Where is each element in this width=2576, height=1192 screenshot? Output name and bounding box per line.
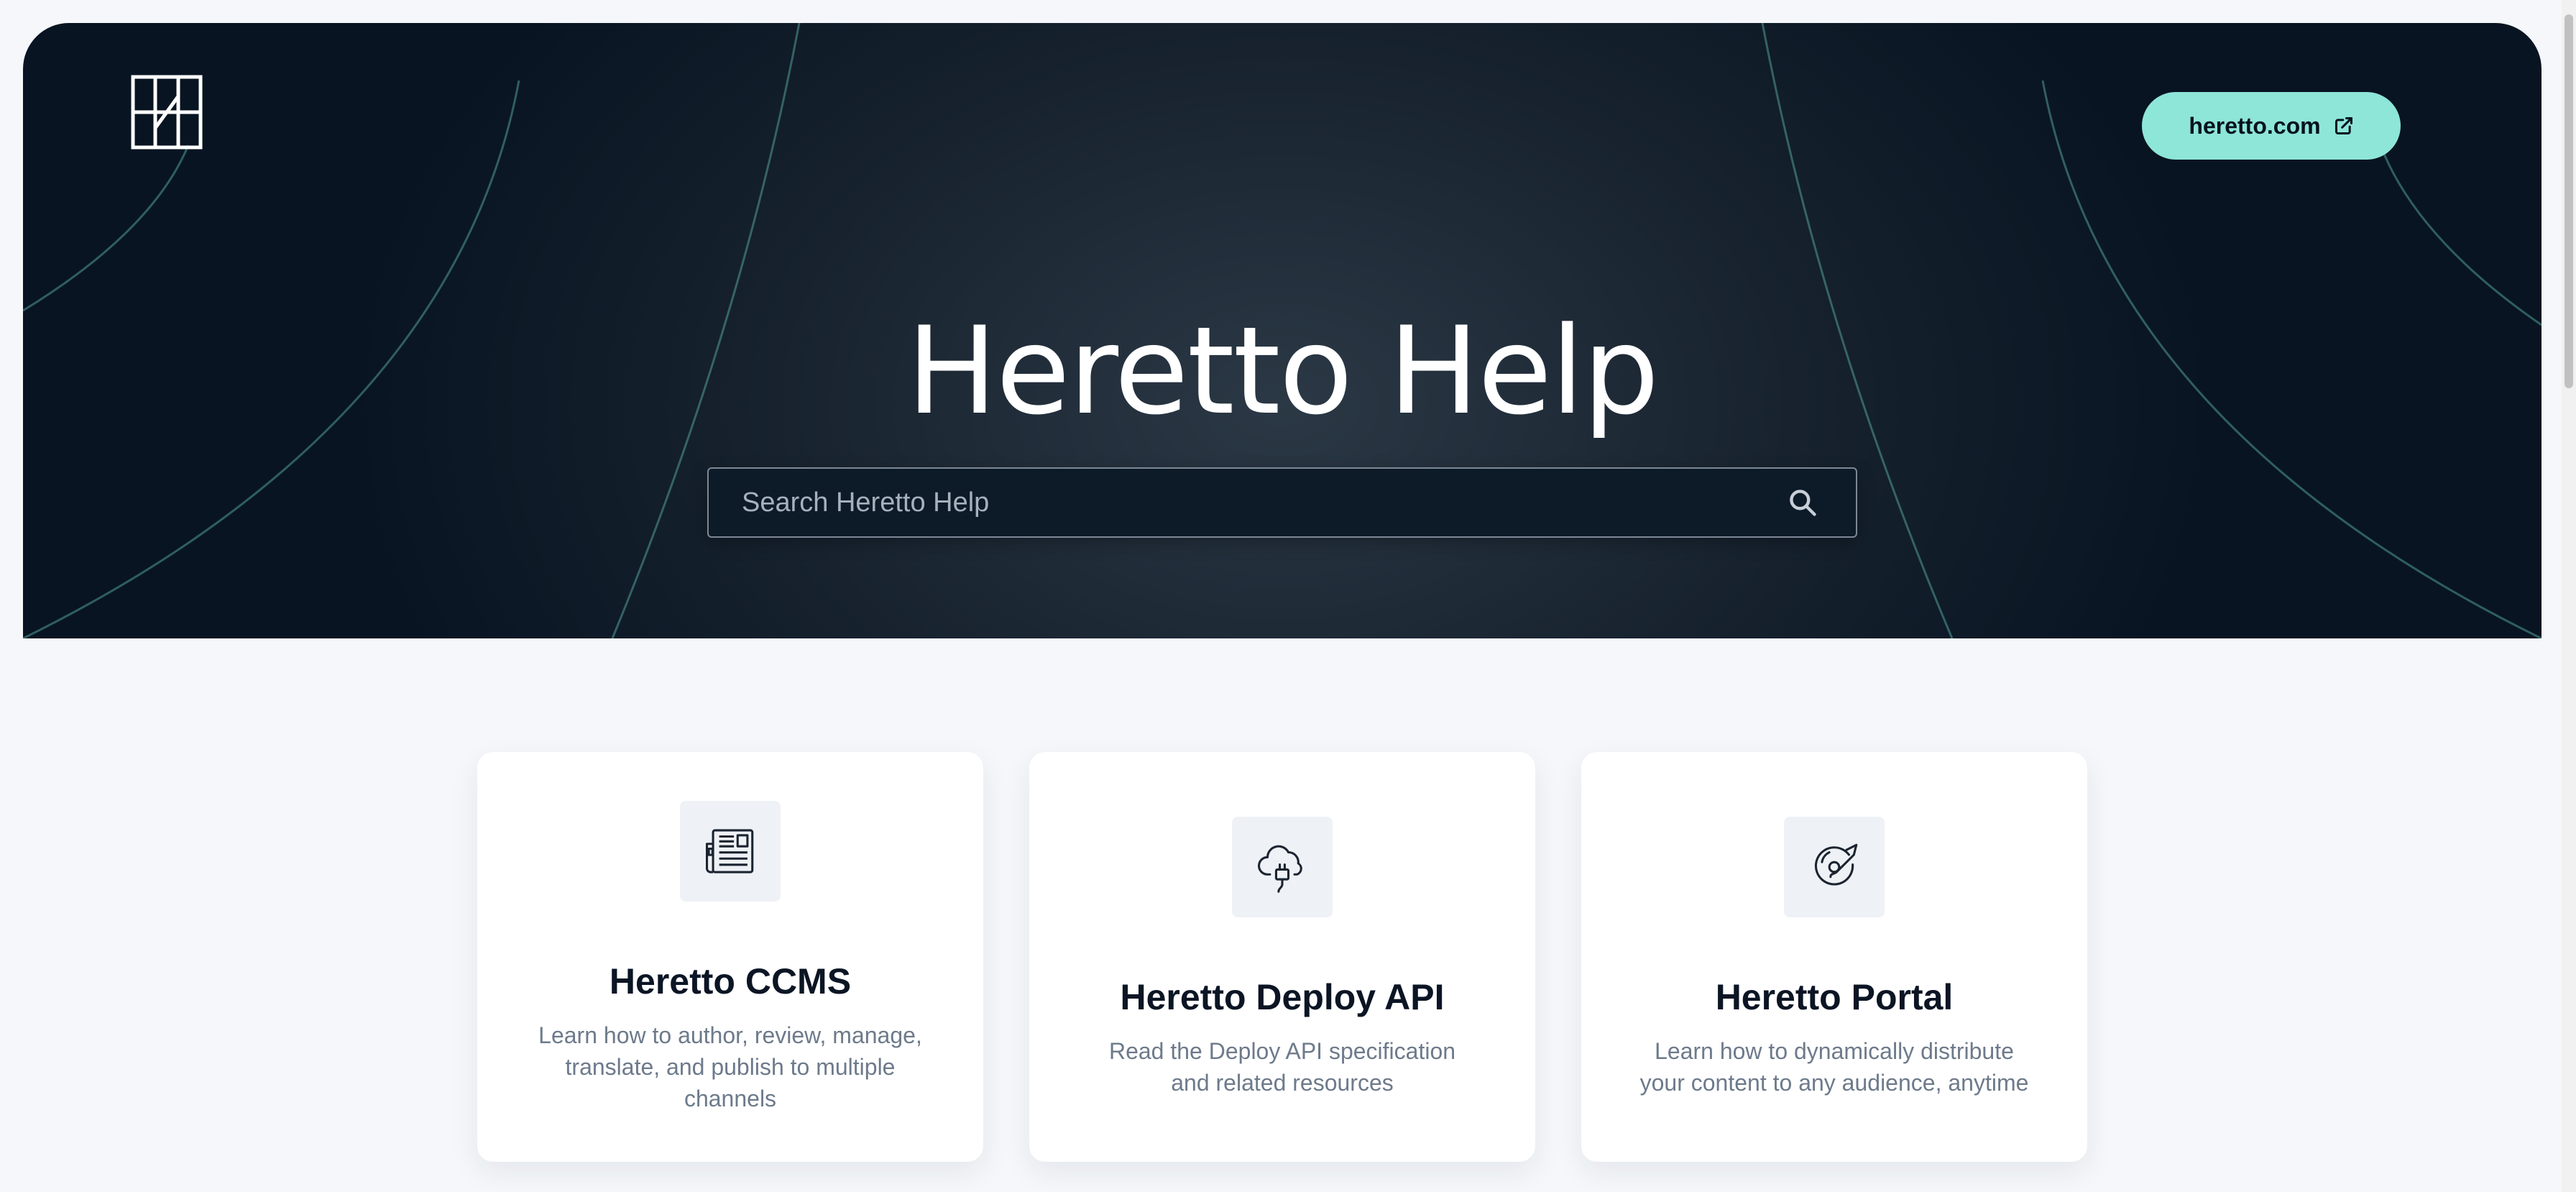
external-link-icon bbox=[2334, 116, 2352, 135]
scrollbar-thumb[interactable] bbox=[2564, 14, 2573, 388]
card-heretto-ccms[interactable]: Heretto CCMS Learn how to author, review… bbox=[477, 752, 983, 1162]
card-description: Learn how to dynamically distribute your… bbox=[1639, 1038, 2029, 1096]
heretto-com-link-label: heretto.com bbox=[2189, 112, 2321, 139]
newspaper-icon bbox=[706, 829, 754, 874]
cloud-plug-icon bbox=[1258, 845, 1302, 893]
card-heretto-portal[interactable]: Heretto Portal Learn how to dynamically … bbox=[1581, 752, 2087, 1162]
search-bar bbox=[707, 467, 1857, 538]
card-description: Learn how to author, review, manage, tra… bbox=[538, 1022, 922, 1111]
search-input[interactable] bbox=[709, 469, 1787, 536]
hero-banner: heretto.com Heretto Help bbox=[23, 23, 2542, 638]
card-icon-box bbox=[1784, 817, 1885, 917]
card-icon-box bbox=[1232, 817, 1333, 917]
card-title: Heretto Portal bbox=[1715, 977, 1954, 1017]
page-scrollbar[interactable] bbox=[2562, 0, 2576, 1192]
card-icon-box bbox=[680, 801, 781, 902]
card-description: Read the Deploy API specification and re… bbox=[1108, 1038, 1456, 1096]
product-cards: Heretto CCMS Learn how to author, review… bbox=[477, 752, 2087, 1162]
heretto-logo-icon[interactable] bbox=[131, 75, 203, 150]
disc-brush-icon bbox=[1814, 843, 1858, 886]
page: heretto.com Heretto Help Search Heretto … bbox=[0, 0, 2576, 1192]
card-title: Heretto CCMS bbox=[609, 961, 852, 1001]
search-icon[interactable] bbox=[1787, 487, 1818, 518]
heretto-com-link-button[interactable]: heretto.com bbox=[2142, 92, 2401, 160]
card-title: Heretto Deploy API bbox=[1120, 977, 1445, 1017]
card-heretto-deploy-api[interactable]: Heretto Deploy API Read the Deploy API s… bbox=[1029, 752, 1535, 1162]
page-title: Heretto Help bbox=[906, 301, 1659, 441]
